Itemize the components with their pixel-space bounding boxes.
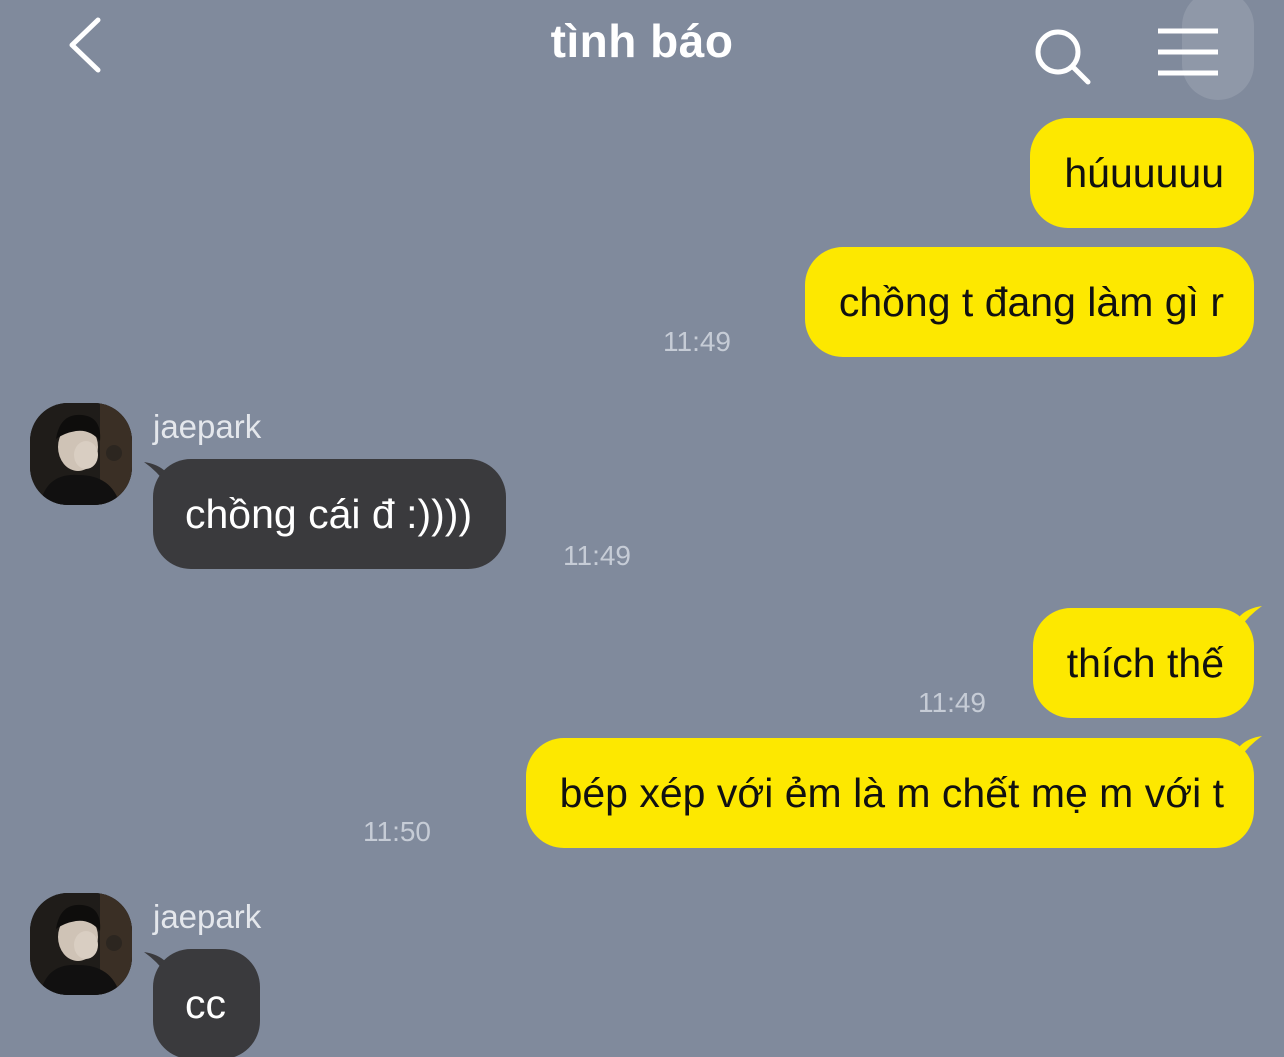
avatar[interactable] xyxy=(30,893,132,995)
menu-button[interactable] xyxy=(1154,26,1224,78)
message-text: bép xép với ẻm là m chết mẹ m với t xyxy=(559,769,1224,816)
avatar-photo-icon xyxy=(30,403,132,505)
chat-screen: tình báo húuuuuu chồng t đang làm gì r 1… xyxy=(0,0,1284,1057)
avatar-photo-icon xyxy=(30,893,132,995)
avatar[interactable] xyxy=(30,403,132,505)
message-bubble-outgoing[interactable]: thích thế xyxy=(1032,608,1254,718)
message-bubble-incoming[interactable]: cc xyxy=(153,949,260,1057)
sender-name: jaepark xyxy=(153,408,262,445)
message-text: cc xyxy=(185,980,226,1027)
message-text: thích thế xyxy=(1066,639,1224,686)
message-text: húuuuuu xyxy=(1064,149,1224,196)
message-bubble-outgoing[interactable]: chồng t đang làm gì r xyxy=(804,247,1254,357)
message-bubble-outgoing[interactable]: bép xép với ẻm là m chết mẹ m với t xyxy=(525,738,1254,848)
search-button[interactable] xyxy=(1030,26,1096,88)
message-text: chồng cái đ :)))) xyxy=(185,490,473,537)
hamburger-menu-icon xyxy=(1158,28,1218,76)
message-bubble-outgoing[interactable]: húuuuuu xyxy=(1030,118,1254,228)
message-text: chồng t đang làm gì r xyxy=(838,278,1224,325)
message-bubble-incoming[interactable]: chồng cái đ :)))) xyxy=(153,459,507,569)
message-timestamp: 11:49 xyxy=(663,326,731,357)
message-timestamp: 11:49 xyxy=(918,687,986,718)
search-icon xyxy=(1035,29,1091,85)
message-timestamp: 11:50 xyxy=(363,816,431,847)
sender-name: jaepark xyxy=(153,898,262,935)
message-timestamp: 11:49 xyxy=(563,540,631,571)
